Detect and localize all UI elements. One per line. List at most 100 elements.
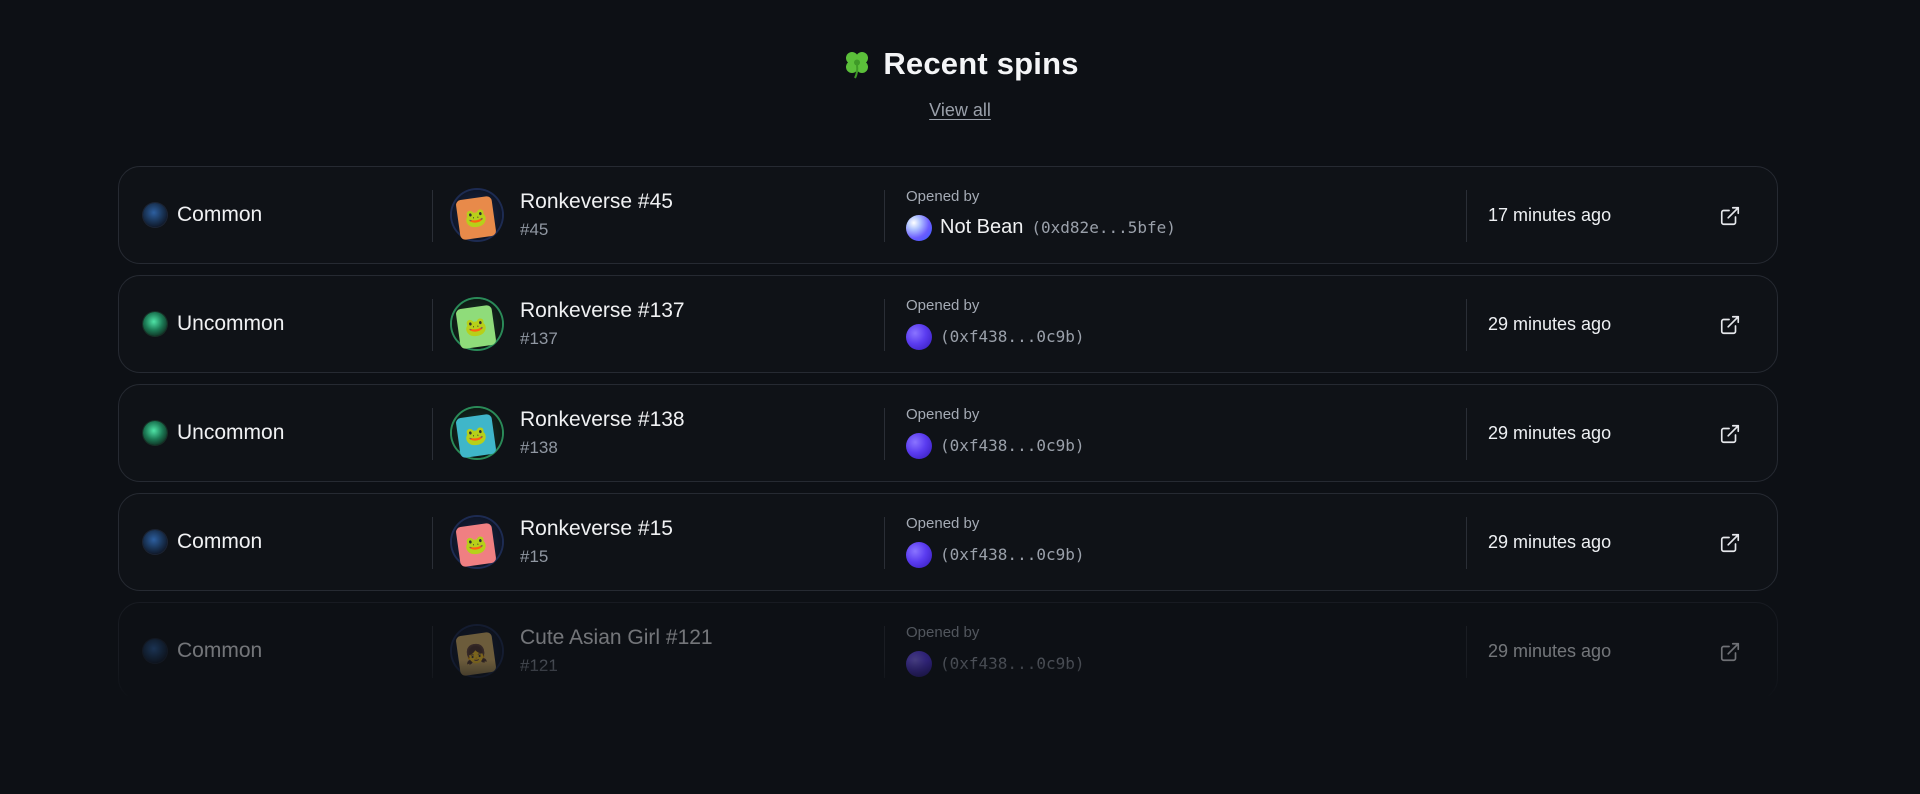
nft-avatar: 🐸 <box>452 190 502 241</box>
view-all-link[interactable]: View all <box>929 100 991 121</box>
opened-by-label: Opened by <box>906 623 980 641</box>
column-divider <box>432 517 433 569</box>
recent-spins-header: Recent spins View all <box>0 46 1920 121</box>
item-name: Ronkeverse #137 <box>520 299 685 322</box>
spin-row[interactable]: Uncommon 🐸 Ronkeverse #138 #138 Opened b… <box>118 384 1778 482</box>
column-divider <box>1466 190 1467 242</box>
column-divider <box>884 517 885 569</box>
user-name: Not Bean <box>940 216 1024 238</box>
column-divider <box>884 190 885 242</box>
column-divider <box>1466 626 1467 678</box>
nft-girl-icon: 👧 <box>455 631 497 677</box>
item-cell: 🐸 Ronkeverse #15 #15 <box>452 494 673 590</box>
nft-avatar: 👧 <box>452 626 502 677</box>
item-name: Ronkeverse #45 <box>520 190 673 213</box>
rarity-cell: Uncommon <box>143 276 284 372</box>
spin-row[interactable]: Common 🐸 Ronkeverse #15 #15 Opened by (0… <box>118 493 1778 591</box>
nft-avatar: 🐸 <box>452 517 502 568</box>
user-avatar-icon <box>906 214 932 241</box>
rarity-cell: Common <box>143 494 262 590</box>
user-address: (0xf438...0c9b) <box>940 654 1085 673</box>
uncommon-rarity-orb-icon <box>143 312 167 336</box>
opener-user[interactable]: (0xf438...0c9b) <box>906 323 1085 350</box>
external-link-icon[interactable] <box>1719 532 1741 554</box>
spin-row[interactable]: Common 🐸 Ronkeverse #45 #45 Opened by No… <box>118 166 1778 264</box>
page-title: Recent spins <box>841 46 1078 82</box>
rarity-cell: Uncommon <box>143 385 284 481</box>
opened-by-label: Opened by <box>906 514 980 532</box>
item-cell: 🐸 Ronkeverse #45 #45 <box>452 167 673 263</box>
user-avatar-icon <box>906 541 932 568</box>
external-link-icon[interactable] <box>1719 314 1741 336</box>
spin-row[interactable]: Common 👧 Cute Asian Girl #121 #121 Opene… <box>118 602 1778 696</box>
opener-cell: Opened by (0xf438...0c9b) <box>906 494 1085 590</box>
column-divider <box>432 299 433 351</box>
uncommon-rarity-orb-icon <box>143 421 167 445</box>
common-rarity-orb-icon <box>143 203 167 227</box>
item-number: #121 <box>520 656 558 675</box>
item-name: Ronkeverse #15 <box>520 517 673 540</box>
column-divider <box>432 190 433 242</box>
rarity-label: Uncommon <box>177 421 285 444</box>
opener-cell: Opened by (0xf438...0c9b) <box>906 385 1085 481</box>
opener-user[interactable]: (0xf438...0c9b) <box>906 650 1085 677</box>
item-name: Ronkeverse #138 <box>520 408 685 431</box>
item-number: #137 <box>520 329 558 348</box>
nft-frog-icon: 🐸 <box>455 304 497 350</box>
nft-frog-icon: 🐸 <box>455 413 497 459</box>
item-name: Cute Asian Girl #121 <box>520 626 713 649</box>
user-address: (0xf438...0c9b) <box>940 436 1085 455</box>
external-link-icon[interactable] <box>1719 641 1741 663</box>
item-cell: 👧 Cute Asian Girl #121 #121 <box>452 603 713 696</box>
user-address: (0xd82e...5bfe) <box>1031 218 1176 237</box>
rarity-label: Common <box>177 530 263 553</box>
common-rarity-orb-icon <box>143 639 167 663</box>
four-leaf-clover-icon <box>846 52 869 79</box>
nft-frog-icon: 🐸 <box>455 522 497 568</box>
item-number: #45 <box>520 220 549 239</box>
spin-row[interactable]: Uncommon 🐸 Ronkeverse #137 #137 Opened b… <box>118 275 1778 373</box>
opened-by-label: Opened by <box>906 405 980 423</box>
column-divider <box>432 626 433 678</box>
column-divider <box>1466 517 1467 569</box>
column-divider <box>884 626 885 678</box>
column-divider <box>432 408 433 460</box>
opener-cell: Opened by (0xf438...0c9b) <box>906 276 1085 372</box>
time-ago: 17 minutes ago <box>1488 204 1612 225</box>
item-number: #15 <box>520 547 549 566</box>
nft-avatar: 🐸 <box>452 408 502 459</box>
opener-user[interactable]: Not Bean (0xd82e...5bfe) <box>906 214 1176 241</box>
opened-by-label: Opened by <box>906 187 980 205</box>
opener-cell: Opened by (0xf438...0c9b) <box>906 603 1085 696</box>
item-cell: 🐸 Ronkeverse #137 #137 <box>452 276 685 372</box>
user-address: (0xf438...0c9b) <box>940 327 1085 346</box>
item-number: #138 <box>520 438 558 457</box>
opened-by-label: Opened by <box>906 296 980 314</box>
opener-user[interactable]: (0xf438...0c9b) <box>906 432 1085 459</box>
nft-avatar: 🐸 <box>452 299 502 350</box>
column-divider <box>1466 408 1467 460</box>
rarity-label: Common <box>177 639 263 662</box>
time-ago: 29 minutes ago <box>1488 313 1612 334</box>
time-ago: 29 minutes ago <box>1488 640 1612 661</box>
title-text: Recent spins <box>883 46 1079 81</box>
rarity-cell: Common <box>143 603 262 696</box>
user-avatar-icon <box>906 432 932 459</box>
user-avatar-icon <box>906 650 932 677</box>
nft-frog-icon: 🐸 <box>455 195 497 241</box>
column-divider <box>884 408 885 460</box>
rarity-label: Uncommon <box>177 312 285 335</box>
rarity-cell: Common <box>143 167 262 263</box>
user-avatar-icon <box>906 323 932 350</box>
time-ago: 29 minutes ago <box>1488 531 1612 552</box>
time-ago: 29 minutes ago <box>1488 422 1612 443</box>
opener-user[interactable]: (0xf438...0c9b) <box>906 541 1085 568</box>
rarity-label: Common <box>177 203 263 226</box>
column-divider <box>1466 299 1467 351</box>
external-link-icon[interactable] <box>1719 205 1741 227</box>
item-cell: 🐸 Ronkeverse #138 #138 <box>452 385 685 481</box>
common-rarity-orb-icon <box>143 530 167 554</box>
user-address: (0xf438...0c9b) <box>940 545 1085 564</box>
spins-list: Common 🐸 Ronkeverse #45 #45 Opened by No… <box>118 166 1778 696</box>
external-link-icon[interactable] <box>1719 423 1741 445</box>
